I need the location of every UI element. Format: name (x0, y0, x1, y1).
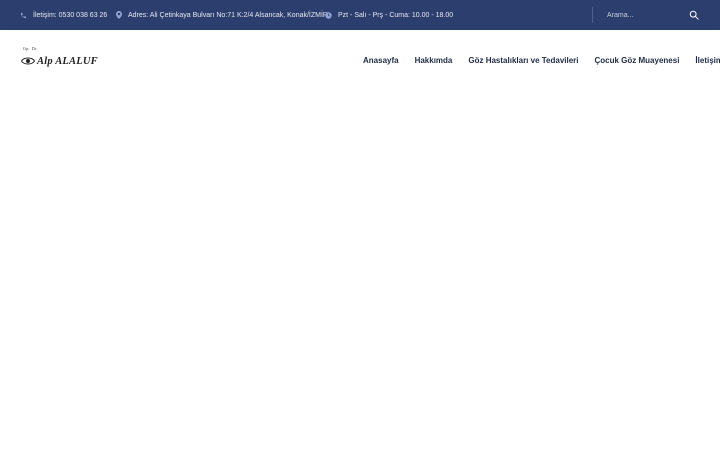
eye-logo-icon (21, 57, 35, 65)
nav-item-hakkimda[interactable]: Hakkımda (415, 56, 453, 65)
search-button[interactable] (685, 7, 703, 23)
phone-info[interactable]: İletişim: 0530 038 63 26 (20, 0, 107, 30)
nav-item-cocuk-goz[interactable]: Çocuk Göz Muayenesi (595, 56, 680, 65)
main-header: Op. Dr. Alp ALALUF Anasayfa Hakkımda Göz… (0, 30, 720, 90)
phone-text: İletişim: 0530 038 63 26 (33, 11, 108, 19)
search-icon (689, 10, 699, 20)
clock-icon (325, 11, 332, 19)
search-divider (592, 7, 593, 23)
nav-item-goz-hastaliklari[interactable]: Göz Hastalıkları ve Tedavileri (468, 56, 578, 65)
nav-item-iletisim[interactable]: İletişim (695, 56, 720, 65)
page-content-area (0, 90, 720, 450)
search-input[interactable] (603, 7, 687, 23)
logo-name: Alp ALALUF (37, 55, 98, 67)
phone-icon (20, 12, 27, 18)
nav-item-anasayfa[interactable]: Anasayfa (363, 56, 399, 65)
site-logo[interactable]: Op. Dr. Alp ALALUF (21, 46, 98, 70)
hours-text: Pzt - Salı - Prş - Cuma: 10.00 - 18.00 (338, 11, 454, 19)
map-pin-icon (116, 11, 122, 19)
logo-prefix: Op. Dr. (23, 46, 39, 51)
main-nav: Anasayfa Hakkımda Göz Hastalıkları ve Te… (363, 30, 720, 90)
address-text: Adres: Ali Çetinkaya Bulvarı No:71 K:2/4… (128, 11, 328, 19)
hours-info: Pzt - Salı - Prş - Cuma: 10.00 - 18.00 (325, 0, 453, 30)
top-info-bar: İletişim: 0530 038 63 26 Adres: Ali Çeti… (0, 0, 720, 30)
address-info: Adres: Ali Çetinkaya Bulvarı No:71 K:2/4… (116, 0, 328, 30)
